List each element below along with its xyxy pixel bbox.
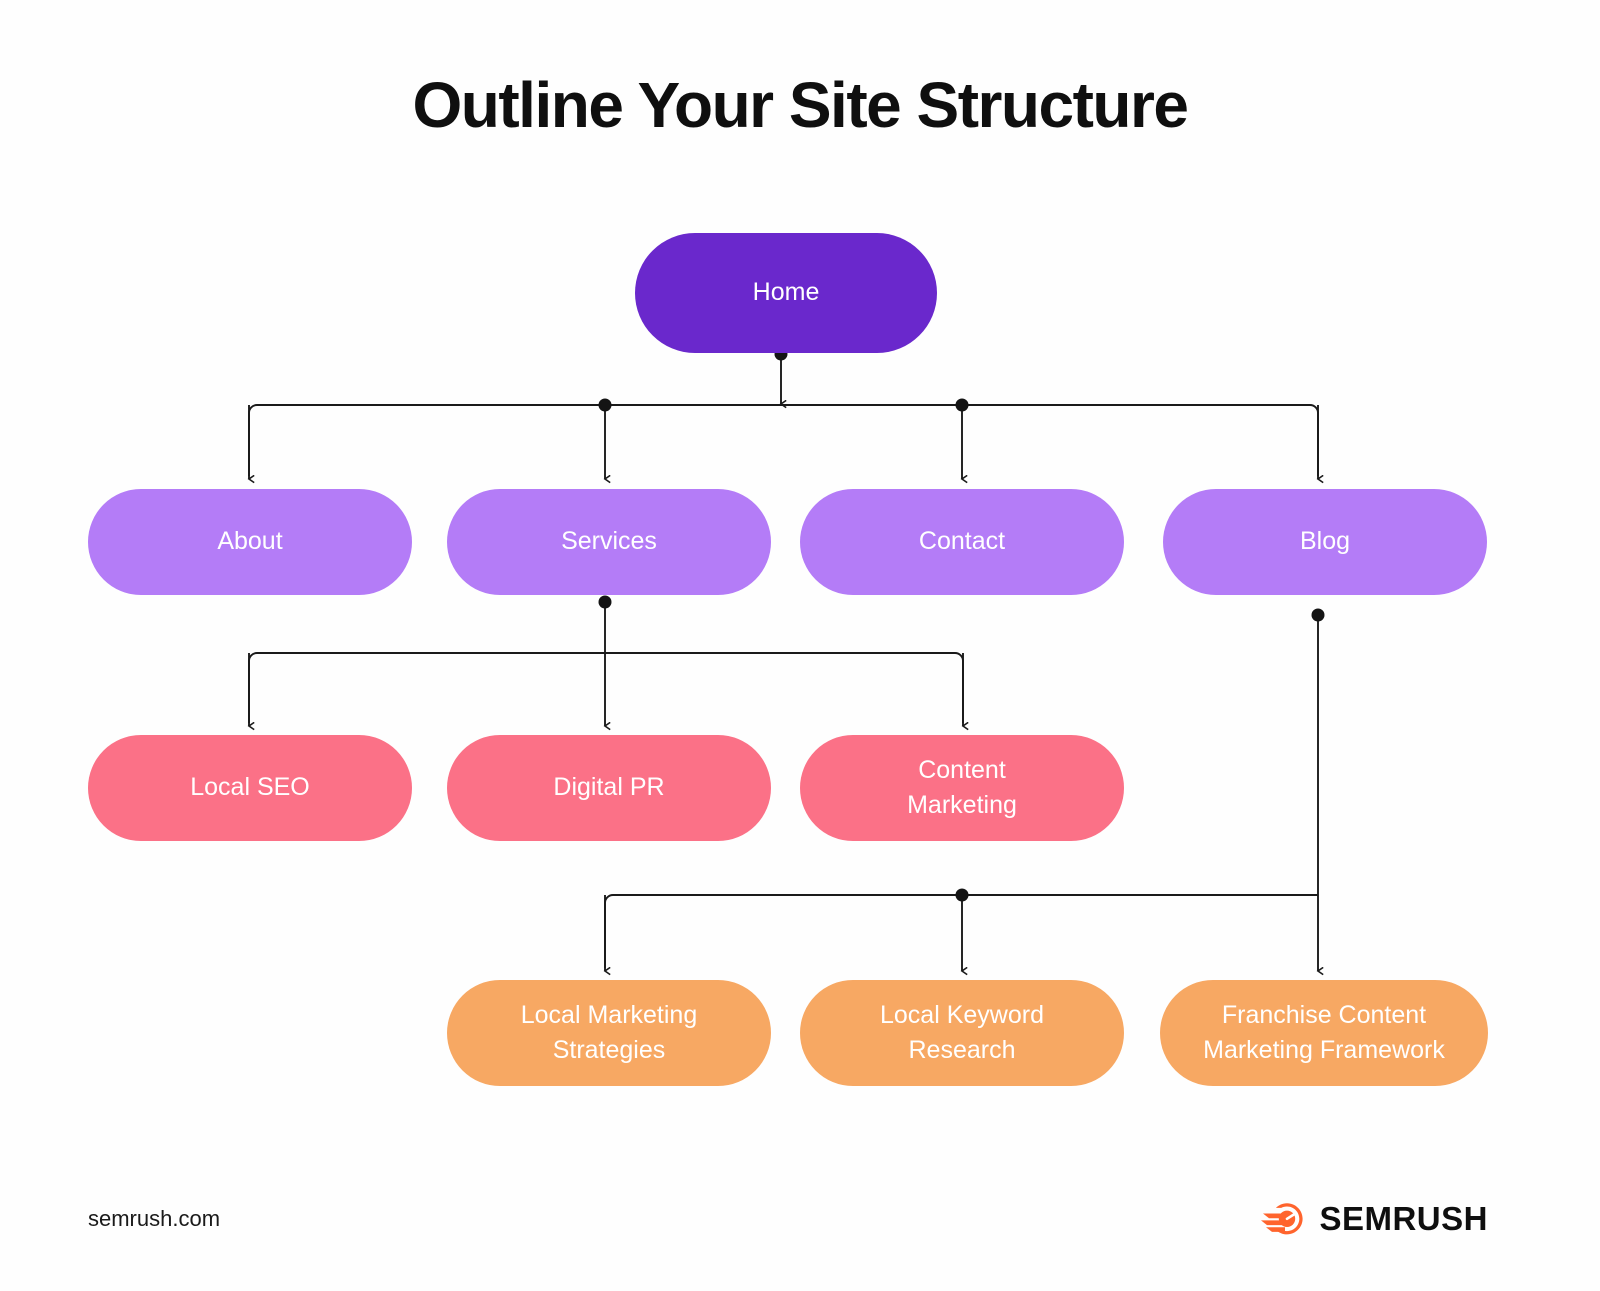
node-local-seo[interactable]: Local SEO <box>88 735 412 841</box>
junction-dot-level3-bus <box>955 888 969 902</box>
junction-dot-contact-bus <box>955 398 969 412</box>
node-blog-label: Blog <box>1299 527 1351 556</box>
node-content-marketing[interactable]: Content Marketing <box>800 735 1124 841</box>
node-services-label: Services <box>561 527 657 556</box>
node-franchise-content[interactable]: Franchise Content Marketing Framework <box>1160 980 1488 1086</box>
node-franchise-content-label: Franchise Content Marketing Framework <box>1203 1000 1445 1065</box>
semrush-logo: SEMRUSH <box>1261 1200 1488 1238</box>
edge-bus-level2 <box>248 652 964 723</box>
junction-dot-services-bus <box>598 398 612 412</box>
node-digital-pr[interactable]: Digital PR <box>447 735 771 841</box>
node-contact[interactable]: Contact <box>800 489 1124 595</box>
footer-url[interactable]: semrush.com <box>88 1206 220 1232</box>
node-local-marketing-strategies-label: Local Marketing Strategies <box>520 1000 698 1065</box>
site-structure-diagram: Outline Your Site Structure Home About S… <box>0 0 1600 1291</box>
junction-dot-services <box>598 595 612 609</box>
node-local-keyword-research-label: Local Keyword Research <box>880 1000 1044 1065</box>
node-contact-label: Contact <box>918 527 1006 556</box>
node-home[interactable]: Home <box>635 233 937 353</box>
node-digital-pr-label: Digital PR <box>553 773 665 802</box>
junction-dot-blog <box>1311 608 1325 622</box>
node-about[interactable]: About <box>88 489 412 595</box>
connector-lines <box>0 347 1325 1291</box>
node-home-label: Home <box>752 278 820 307</box>
node-about-label: About <box>217 527 283 556</box>
edge-bus-level1 <box>248 404 1319 476</box>
node-blog[interactable]: Blog <box>1163 489 1487 595</box>
node-content-marketing-label: Content Marketing <box>907 755 1017 820</box>
node-local-keyword-research[interactable]: Local Keyword Research <box>800 980 1124 1086</box>
node-services[interactable]: Services <box>447 489 771 595</box>
semrush-logo-text: SEMRUSH <box>1319 1200 1488 1237</box>
node-local-marketing-strategies[interactable]: Local Marketing Strategies <box>447 980 771 1086</box>
semrush-comet-icon <box>1261 1203 1304 1235</box>
page-title: Outline Your Site Structure <box>412 69 1189 141</box>
node-local-seo-label: Local SEO <box>190 773 310 802</box>
edge-bus-level3 <box>604 894 1318 968</box>
